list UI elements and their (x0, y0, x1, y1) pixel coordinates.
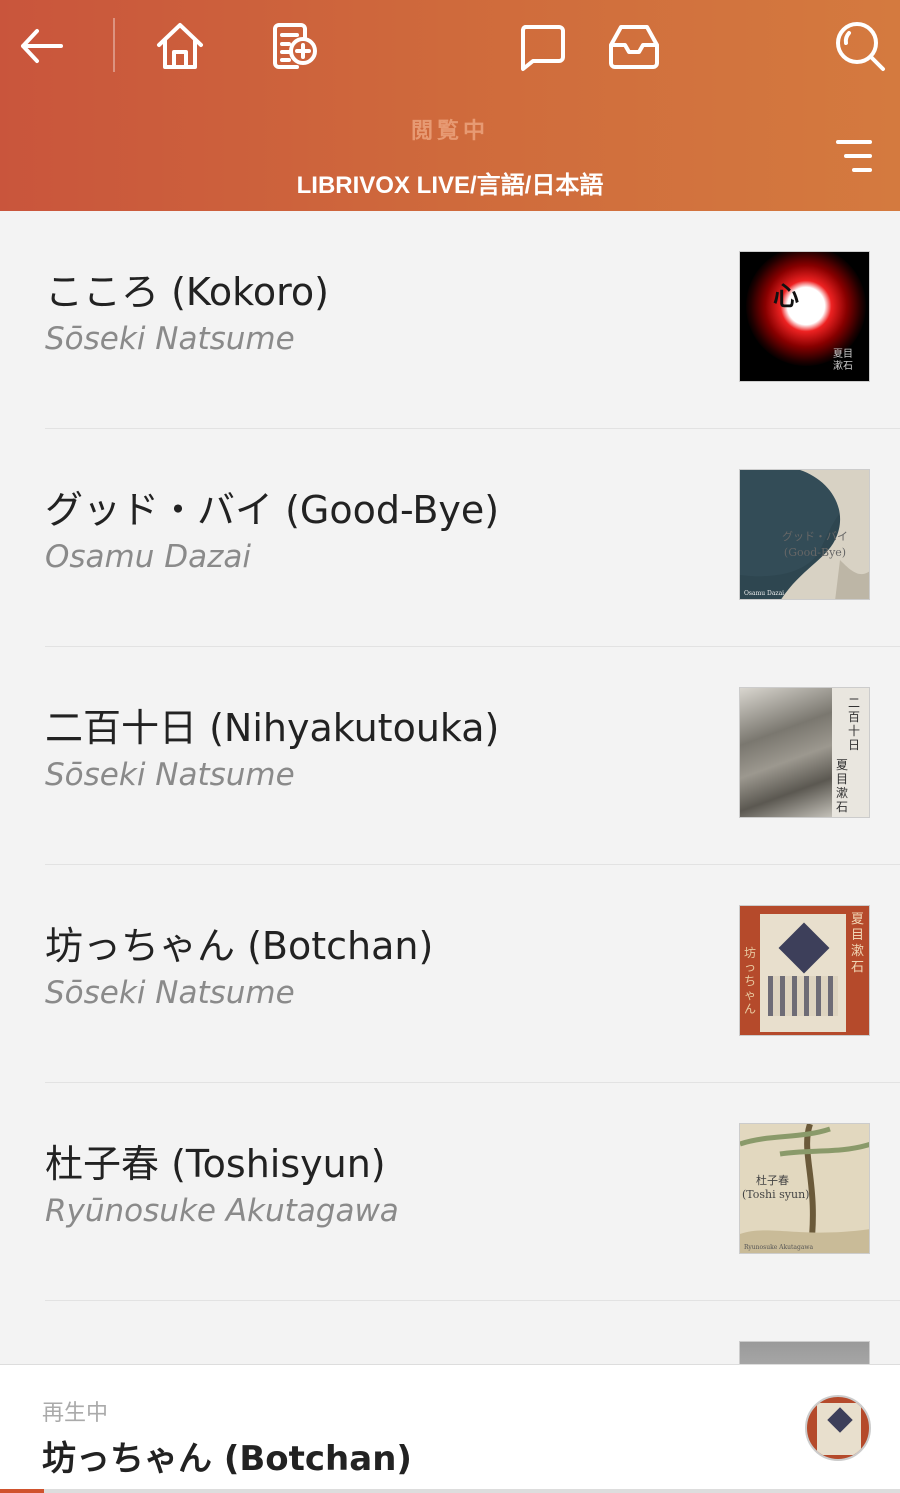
cover-title: 心 (772, 282, 799, 312)
list-item-toshisyun[interactable]: 杜子春 (Toshisyun) Ryūnosuke Akutagawa 杜子春 … (0, 1083, 900, 1301)
search-icon[interactable] (832, 18, 888, 74)
playback-status: 再生中 (42, 1401, 109, 1426)
list-item-botchan[interactable]: 坊っちゃん (Botchan) Sōseki Natsume 坊っちゃん 夏目漱… (0, 865, 900, 1083)
cover-subtitle: (Toshi syun) (742, 1188, 810, 1201)
book-author: Sōseki Natsume (45, 975, 295, 1011)
toolbar-divider (113, 18, 115, 72)
cover-subtitle: (Good-Bye) (783, 546, 847, 559)
cover-author: 夏目漱石 (833, 349, 853, 372)
cover-author: 夏目漱石 (851, 912, 865, 975)
book-title: こころ (Kokoro) (45, 270, 329, 314)
cover-author: Osamu Dazai (744, 590, 785, 597)
cover-title: 杜子春 (756, 1174, 789, 1187)
book-cover[interactable]: グッド・バイ (Good-Bye) Osamu Dazai (739, 469, 870, 600)
breadcrumb-path: LIBRIVOX LIVE/言語/日本語 (296, 172, 604, 199)
book-title: 二百十日 (Nihyakutouka) (45, 706, 500, 750)
book-author: Sōseki Natsume (45, 321, 295, 357)
now-playing-cover[interactable] (805, 1395, 871, 1461)
book-cover[interactable]: 杜子春 (Toshi syun) Ryunosuke Akutagawa (739, 1123, 870, 1254)
list-item-nihyakutouka[interactable]: 二百十日 (Nihyakutouka) Sōseki Natsume 二百十日 … (0, 647, 900, 865)
book-cover[interactable]: 心 夏目漱石 (739, 251, 870, 382)
book-title: グッド・バイ (Good-Bye) (45, 488, 500, 532)
book-cover[interactable]: 二百十日 夏目漱石 (739, 687, 870, 818)
book-title: 杜子春 (Toshisyun) (45, 1142, 386, 1186)
chat-icon[interactable] (514, 18, 570, 74)
book-author: Sōseki Natsume (45, 757, 295, 793)
now-playing-title: 坊っちゃん (Botchan) (42, 1439, 412, 1479)
book-cover[interactable] (739, 1341, 870, 1364)
top-toolbar: 閲覧中 LIBRIVOX LIVE/言語/日本語 (0, 0, 900, 211)
cover-author: Ryunosuke Akutagawa (744, 1244, 814, 1251)
playback-progress-track[interactable] (44, 1489, 900, 1493)
now-playing-bar[interactable]: 再生中 坊っちゃん (Botchan) (0, 1364, 900, 1493)
cover-author: 夏目漱石 (836, 758, 849, 814)
cover-title: 坊っちゃん (744, 946, 757, 1016)
cover-title: グッド・バイ (782, 530, 848, 543)
inbox-icon[interactable] (606, 18, 662, 74)
cover-title: 二百十日 (848, 696, 861, 752)
list-item-partial[interactable] (0, 1301, 900, 1364)
book-author: Osamu Dazai (45, 539, 251, 575)
browsing-label: 閲覧中 (410, 119, 489, 144)
book-list: こころ (Kokoro) Sōseki Natsume 心 夏目漱石 グッド・バ… (0, 211, 900, 1364)
back-arrow-icon[interactable] (14, 18, 70, 74)
playback-progress[interactable] (0, 1489, 44, 1493)
book-author: Ryūnosuke Akutagawa (45, 1193, 399, 1229)
list-item-good-bye[interactable]: グッド・バイ (Good-Bye) Osamu Dazai グッド・バイ (Go… (0, 429, 900, 647)
home-icon[interactable] (152, 18, 208, 74)
book-title: 坊っちゃん (Botchan) (45, 924, 434, 968)
book-cover[interactable]: 坊っちゃん 夏目漱石 (739, 905, 870, 1036)
list-item-kokoro[interactable]: こころ (Kokoro) Sōseki Natsume 心 夏目漱石 (0, 211, 900, 429)
add-document-icon[interactable] (266, 18, 322, 74)
menu-icon[interactable] (836, 140, 872, 174)
